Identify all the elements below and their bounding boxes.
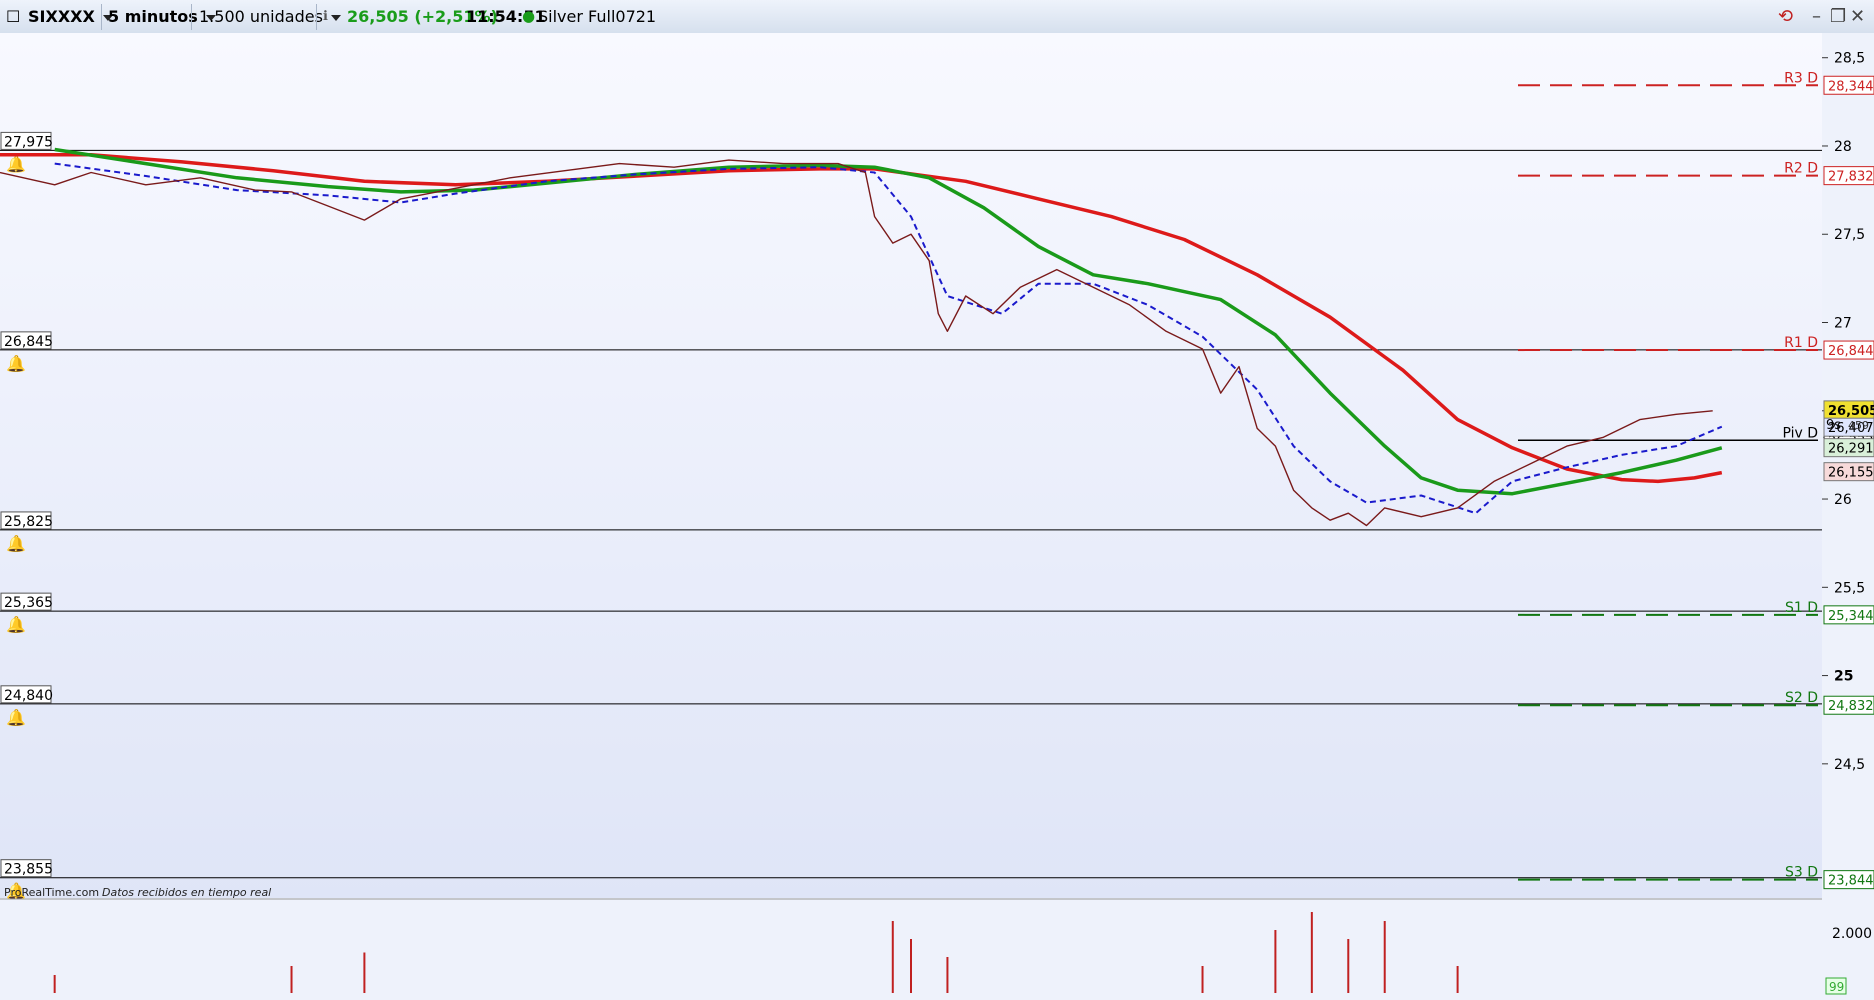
pivot-value: 28,344	[1828, 79, 1874, 94]
pivot-name: S3 D	[1785, 865, 1818, 881]
alert-level-label: 24,840	[4, 688, 53, 704]
price-tag: 26,291	[1828, 442, 1874, 457]
chevron-down-icon	[330, 14, 341, 21]
price-tick-label: 25,5	[1834, 580, 1865, 596]
pivot-value: 27,832	[1828, 170, 1874, 185]
pivot-value: 26,844	[1828, 344, 1874, 359]
alert-level-label: 25,825	[4, 514, 53, 530]
countdown-value: 459	[1848, 419, 1869, 432]
price-tag: 26,505	[1828, 404, 1874, 419]
price-tick-label: 28,5	[1834, 51, 1865, 67]
price-tick-label: 25	[1834, 669, 1853, 685]
alert-level-label: 23,855	[4, 862, 53, 878]
volume-value: 99	[1829, 980, 1844, 994]
bell-icon: 🔔	[6, 708, 26, 727]
footer-status: Datos recibidos en tiempo real	[102, 886, 271, 899]
pivot-name: R3 D	[1784, 70, 1818, 86]
bell-icon: 🔔	[6, 615, 26, 634]
price-chart[interactable]: 27,975 🔔 26,845 🔔 25,825 🔔 25,365 🔔 24,840 🔔 23,85…	[0, 33, 1874, 1000]
info-icon[interactable]: ☐	[6, 0, 20, 33]
units-selector[interactable]: 1.500 unidades	[199, 0, 341, 33]
alert-level-label: 26,845	[4, 334, 53, 350]
pivot-value: 25,344	[1828, 609, 1874, 624]
pivot-name: Piv D	[1782, 425, 1818, 441]
alert-level-label: 27,975	[4, 134, 53, 150]
pivot-name: S1 D	[1785, 600, 1818, 616]
pivot-name: R2 D	[1784, 161, 1818, 177]
price-tick-label: 27,5	[1834, 227, 1865, 243]
plot-background	[0, 33, 1822, 898]
alert-level-label: 25,365	[4, 595, 53, 611]
price-tick-label: 26	[1834, 492, 1852, 508]
minimize-icon[interactable]: –	[1812, 6, 1821, 27]
instrument-name: Silver Full0721	[538, 7, 657, 26]
bell-icon: 🔔	[6, 534, 26, 553]
status-dot-icon: ●	[522, 7, 536, 25]
price-tag: 26,155	[1828, 466, 1874, 481]
chart-toolbar: ☐ SIXXXX 5 minutos 1.500 unidades ℹ 26,5…	[0, 0, 1874, 34]
pivot-value: 23,844	[1828, 874, 1874, 889]
sync-icon[interactable]: ⟲	[1778, 6, 1793, 27]
bell-icon: 🔔	[6, 354, 26, 373]
close-icon[interactable]: ✕	[1850, 6, 1865, 27]
price-tick-label: 28	[1834, 139, 1852, 155]
pivot-name: S2 D	[1785, 690, 1818, 706]
restore-icon[interactable]: ❐	[1830, 6, 1846, 27]
units-label: 1.500 unidades	[199, 7, 323, 26]
price-tick-label: 24,5	[1834, 757, 1865, 773]
pivot-name: R1 D	[1784, 335, 1818, 351]
pivot-value: 24,832	[1828, 699, 1874, 714]
footer-source: ProRealTime.com	[4, 886, 99, 899]
volume-axis-label: 2.000	[1832, 926, 1872, 942]
symbol-label: SIXXXX	[28, 7, 95, 26]
price-tick-label: 27	[1834, 316, 1852, 332]
countdown-label: 9s	[1826, 418, 1841, 433]
bell-icon: 🔔	[6, 154, 26, 173]
info-icon[interactable]: ℹ	[323, 0, 328, 33]
timeframe-label: 5 minutos	[108, 7, 198, 26]
